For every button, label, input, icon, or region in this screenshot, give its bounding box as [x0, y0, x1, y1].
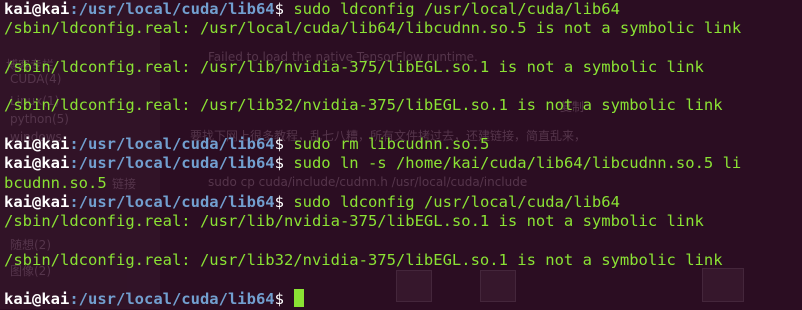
terminal-output-line: /sbin/ldconfig.real: /usr/local/cuda/lib…: [4, 19, 802, 38]
terminal-active-prompt-line: kai@kai:/usr/local/cuda/lib64$: [4, 289, 802, 308]
prompt-symbol: $: [274, 154, 284, 173]
command-text: sudo ldconfig /usr/local/cuda/lib64: [283, 0, 620, 18]
prompt-symbol: $: [274, 290, 284, 309]
prompt-symbol: $: [274, 0, 284, 18]
prompt-path: :/usr/local/cuda/lib64: [69, 0, 275, 18]
terminal-cursor[interactable]: [294, 289, 305, 308]
prompt-user-host: kai@kai: [4, 135, 70, 154]
output-text: /sbin/ldconfig.real: /usr/local/cuda/lib…: [4, 19, 742, 38]
terminal-output-line: /sbin/ldconfig.real: /usr/lib32/nvidia-3…: [4, 96, 802, 115]
terminal-output[interactable]: kai@kai:/usr/local/cuda/lib64$ sudo ldco…: [0, 0, 802, 309]
terminal-command-line: kai@kai:/usr/local/cuda/lib64$ sudo ldco…: [4, 193, 802, 212]
prompt-symbol: $: [274, 135, 284, 154]
command-text: sudo ln -s /home/kai/cuda/lib64/libcudnn…: [283, 154, 742, 173]
terminal-command-line: kai@kai:/usr/local/cuda/lib64$ sudo ln -…: [4, 154, 802, 173]
prompt-user-host: kai@kai: [4, 154, 70, 173]
command-text: sudo rm libcudnn.so.5: [283, 135, 490, 154]
terminal-output-line: /sbin/ldconfig.real: /usr/lib32/nvidia-3…: [4, 251, 802, 270]
terminal-output-line: /sbin/ldconfig.real: /usr/lib/nvidia-375…: [4, 58, 802, 77]
prompt-user-host: kai@kai: [4, 290, 70, 309]
prompt-user-host: kai@kai: [4, 192, 70, 211]
command-text: [284, 290, 293, 308]
command-text: sudo ldconfig /usr/local/cuda/lib64: [283, 192, 620, 211]
output-text: /sbin/ldconfig.real: /usr/lib32/nvidia-3…: [4, 250, 723, 269]
terminal-command-line: kai@kai:/usr/local/cuda/lib64$ sudo ldco…: [4, 0, 802, 19]
prompt-path: :/usr/local/cuda/lib64: [69, 192, 275, 211]
output-text: /sbin/ldconfig.real: /usr/lib/nvidia-375…: [4, 57, 704, 76]
output-text: /sbin/ldconfig.real: /usr/lib/nvidia-375…: [4, 212, 704, 231]
prompt-path: :/usr/local/cuda/lib64: [69, 135, 275, 154]
terminal-output-line: bcudnn.so.5: [4, 174, 802, 193]
terminal-command-line: kai@kai:/usr/local/cuda/lib64$ sudo rm l…: [4, 135, 802, 154]
prompt-path: :/usr/local/cuda/lib64: [69, 290, 275, 309]
prompt-user-host: kai@kai: [4, 0, 70, 18]
output-text: bcudnn.so.5: [4, 173, 107, 192]
output-text: /sbin/ldconfig.real: /usr/lib32/nvidia-3…: [4, 96, 723, 115]
prompt-symbol: $: [274, 192, 284, 211]
prompt-path: :/usr/local/cuda/lib64: [69, 154, 275, 173]
terminal-output-line: /sbin/ldconfig.real: /usr/lib/nvidia-375…: [4, 212, 802, 231]
